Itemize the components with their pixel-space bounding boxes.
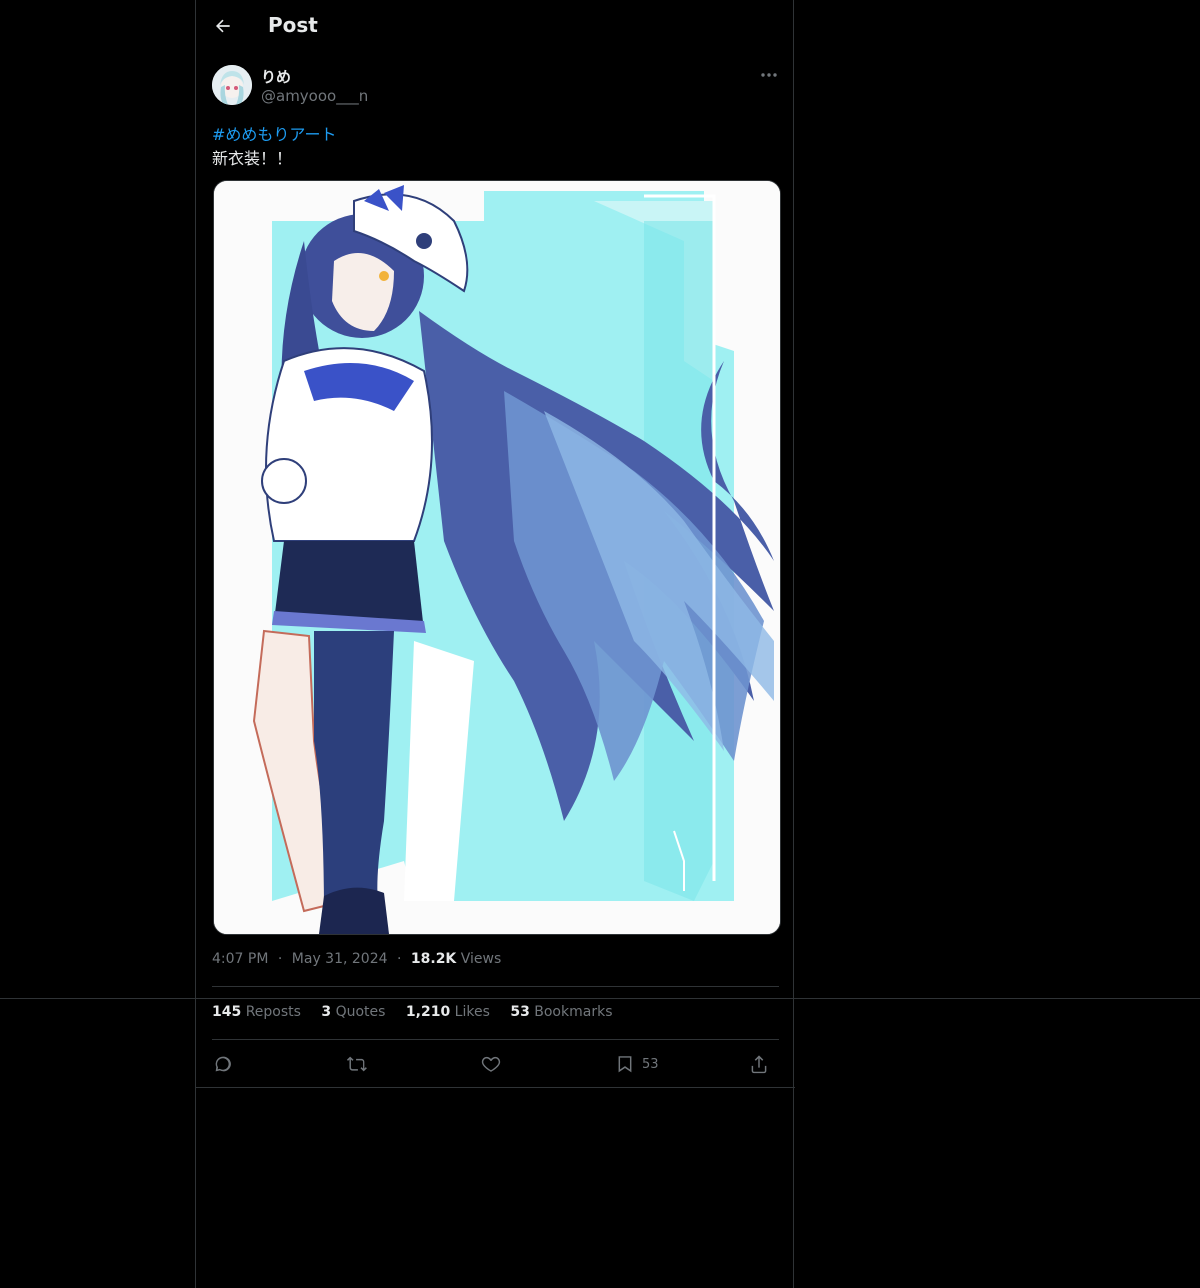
views-label: Views [460,951,502,967]
avatar[interactable] [212,65,252,105]
divider [212,1039,779,1040]
divider [196,1087,795,1088]
avatar-image [212,65,252,105]
quotes-count: 3 [321,1004,332,1020]
post-text: 新衣装！！ [212,149,293,168]
action-bar: 53 [212,1050,779,1078]
author-name[interactable]: りめ [261,66,291,87]
reposts-stat[interactable]: 145 Reposts [212,1004,301,1020]
likes-stat[interactable]: 1,210 Likes [406,1004,490,1020]
share-icon [751,1055,767,1074]
meta-separator: · [277,951,283,967]
post-meta: 4:07 PM · May 31, 2024 · 18.2K Views [212,951,501,967]
share-button[interactable] [748,1050,770,1078]
reply-icon [215,1056,231,1072]
heart-icon [481,1056,501,1072]
repost-icon [346,1056,367,1072]
more-button[interactable] [756,64,782,86]
post-date[interactable]: May 31, 2024 [292,951,388,967]
meta-separator: · [396,951,402,967]
reposts-count: 145 [212,1004,242,1020]
divider [212,986,779,987]
likes-count: 1,210 [405,1004,451,1020]
post-stats: 145 Reposts 3 Quotes 1,210 Likes 53 Book… [212,1004,628,1020]
post-header: Post [196,0,795,54]
bookmark-count: 53 [642,1056,659,1072]
post-column: Post りめ @amyooo___n #めめもりアート 新衣装！！ 4:07 … [195,0,795,1288]
quotes-label: Quotes [335,1004,386,1020]
reposts-label: Reposts [245,1004,301,1020]
post-image[interactable] [213,180,781,935]
repost-button[interactable] [346,1050,368,1078]
like-button[interactable] [480,1050,502,1078]
more-icon [761,73,777,77]
reply-button[interactable] [212,1050,234,1078]
bookmark-icon [618,1056,632,1073]
back-button[interactable] [210,13,236,39]
hashtag-link[interactable]: #めめもりアート [212,121,336,145]
views-count: 18.2K [410,951,457,967]
author-handle[interactable]: @amyooo___n [261,87,368,105]
bookmark-button[interactable]: 53 [614,1050,659,1078]
bookmarks-count: 53 [510,1004,530,1020]
likes-label: Likes [454,1004,490,1020]
illustration-image [214,181,780,934]
quotes-stat[interactable]: 3 Quotes [321,1004,385,1020]
arrow-left-icon [216,19,230,33]
bookmarks-label: Bookmarks [534,1004,613,1020]
post-time[interactable]: 4:07 PM [212,951,268,967]
bookmarks-stat[interactable]: 53 Bookmarks [510,1004,612,1020]
page-title: Post [268,13,318,37]
